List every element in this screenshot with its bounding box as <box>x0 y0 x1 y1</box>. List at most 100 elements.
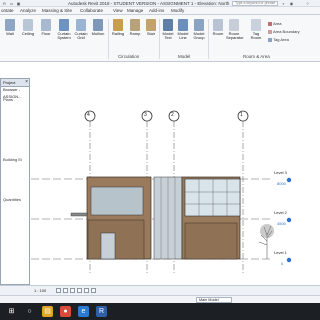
tree-canopy <box>260 224 274 238</box>
hide-isolate-icon[interactable] <box>91 288 96 293</box>
panel-separator <box>108 19 109 59</box>
window-upper-left <box>90 186 144 216</box>
floor-icon <box>41 19 51 31</box>
ramp-icon <box>130 19 140 31</box>
level-head-1 <box>286 257 292 263</box>
tab-massing-site[interactable]: Massing & Site <box>41 8 73 13</box>
level-elevation-1: 0 <box>281 261 284 266</box>
search-icon[interactable]: ○ <box>24 306 35 317</box>
level-head-3 <box>286 177 292 183</box>
lower-wall-left <box>87 219 145 260</box>
wall-button[interactable]: Wall <box>2 19 18 49</box>
tab-modify[interactable]: Modify <box>170 8 185 13</box>
level-elevation-2: 4500 <box>277 221 286 226</box>
status-bar: Main Model <box>0 295 320 303</box>
model-line-button[interactable]: Model Line <box>175 19 191 49</box>
ribbon: Wall Ceiling Floor Curtain System Curtai… <box>0 15 320 62</box>
binoculars-icon[interactable]: ⌕ <box>281 1 286 6</box>
level-head-2 <box>286 217 292 223</box>
curtain-grid-icon <box>76 19 86 31</box>
revit-taskbar-icon[interactable]: R <box>96 306 107 317</box>
tab-addins[interactable]: Add-ins <box>148 8 165 13</box>
model-group-button[interactable]: Model Group <box>191 19 207 49</box>
area-boundary-button[interactable]: Area Boundary <box>268 29 300 34</box>
windows-taskbar: ⊞ ○ ▤ ● e R <box>0 303 320 320</box>
ribbon-tab-row: ontate Analyze Massing & Site Collaborat… <box>0 7 320 15</box>
help-icon[interactable]: ? <box>305 1 310 6</box>
view-control-bar: 1 : 100 <box>0 285 320 295</box>
panel-label-circulation: Circulation <box>118 54 140 59</box>
railing-icon <box>113 19 123 31</box>
project-browser-panel: Project Browser - ASSIGN... × Plans Buil… <box>0 78 30 285</box>
lower-wall-right <box>184 222 238 260</box>
tab-view[interactable]: View <box>112 8 124 13</box>
tag-room-icon <box>251 19 261 31</box>
area-icon <box>268 21 272 26</box>
wall-icon <box>5 19 15 31</box>
room-icon <box>213 19 223 31</box>
ceiling-button[interactable]: Ceiling <box>20 19 36 49</box>
detail-level-icon[interactable] <box>56 288 61 293</box>
panel-label-room-area: Room & Area <box>243 54 270 59</box>
file-explorer-icon[interactable]: ▤ <box>42 306 53 317</box>
stair-button[interactable]: Stair <box>143 19 159 49</box>
room-separator-button[interactable]: Room Separator <box>226 19 244 49</box>
area-button[interactable]: Area <box>268 21 281 26</box>
sun-path-icon[interactable] <box>70 288 75 293</box>
entry-door <box>100 232 116 260</box>
tab-manage[interactable]: Manage <box>126 8 144 13</box>
ramp-button[interactable]: Ramp <box>127 19 143 49</box>
curtain-grid-button[interactable]: Curtain Grid <box>73 19 89 49</box>
browser-item-building-elevations[interactable]: Building El <box>3 157 22 162</box>
model-group-icon <box>194 19 204 31</box>
curtain-system-icon <box>59 19 69 31</box>
area-boundary-icon <box>268 29 272 34</box>
open-icon[interactable]: ▭ <box>9 1 14 6</box>
view-scale[interactable]: 1 : 100 <box>34 288 46 293</box>
revit-app-icon[interactable]: R <box>2 1 7 6</box>
shadows-icon[interactable] <box>77 288 82 293</box>
tag-area-icon <box>268 37 272 42</box>
save-icon[interactable]: ▣ <box>16 1 21 6</box>
edge-icon[interactable]: e <box>78 306 89 317</box>
browser-item-quantities[interactable]: Quantities <box>3 197 21 202</box>
level-name-3: Level 3 <box>274 170 287 175</box>
windows-start-icon[interactable]: ⊞ <box>6 306 17 317</box>
room-button[interactable]: Room <box>210 19 226 49</box>
tab-analyze[interactable]: Analyze <box>19 8 37 13</box>
title-bar: R ▭ ▣ Autodesk Revit 2018 - STUDENT VERS… <box>0 0 320 7</box>
chrome-icon[interactable]: ● <box>60 306 71 317</box>
user-icon[interactable]: ◉ <box>289 1 294 6</box>
stair-icon <box>146 19 156 31</box>
ceiling-icon <box>23 19 33 31</box>
crop-view-icon[interactable] <box>84 288 89 293</box>
room-separator-icon <box>229 19 239 31</box>
floor-button[interactable]: Floor <box>38 19 54 49</box>
curtain-system-button[interactable]: Curtain System <box>56 19 72 49</box>
level-name-1: Level 1 <box>274 250 287 255</box>
mullion-button[interactable]: Mullion <box>90 19 106 49</box>
window-title: Autodesk Revit 2018 - STUDENT VERSION - … <box>68 1 230 6</box>
railing-button[interactable]: Railing <box>110 19 126 49</box>
model-line-icon <box>178 19 188 31</box>
grid-label-1: 1 <box>240 112 243 118</box>
close-icon[interactable]: × <box>25 79 28 86</box>
project-browser-header: Project Browser - ASSIGN... × <box>1 79 29 99</box>
level-elevation-3: 8000 <box>277 181 286 186</box>
level-name-2: Level 2 <box>274 210 287 215</box>
panel-label-model: Model <box>178 54 191 59</box>
model-text-button[interactable]: Model Text <box>160 19 176 49</box>
tab-collaborate[interactable]: Collaborate <box>79 8 104 13</box>
model-text-icon <box>163 19 173 31</box>
tag-room-button[interactable]: Tag Room <box>248 19 264 49</box>
browser-item-plans[interactable]: Plans <box>3 97 13 102</box>
grid-label-3: 3 <box>144 112 147 118</box>
panel-separator <box>208 19 209 59</box>
drawing-canvas[interactable]: 4 3 2 1 Level 3 8000 Level 2 4500 Level … <box>31 63 320 286</box>
search-input[interactable]: Type a keyword or phrase <box>232 1 278 6</box>
grid-label-2: 2 <box>171 112 174 118</box>
tag-area-button[interactable]: Tag Area <box>268 37 289 42</box>
curtain-wall-upper <box>184 178 241 217</box>
visual-style-icon[interactable] <box>63 288 68 293</box>
tab-annotate[interactable]: ontate <box>0 8 15 13</box>
